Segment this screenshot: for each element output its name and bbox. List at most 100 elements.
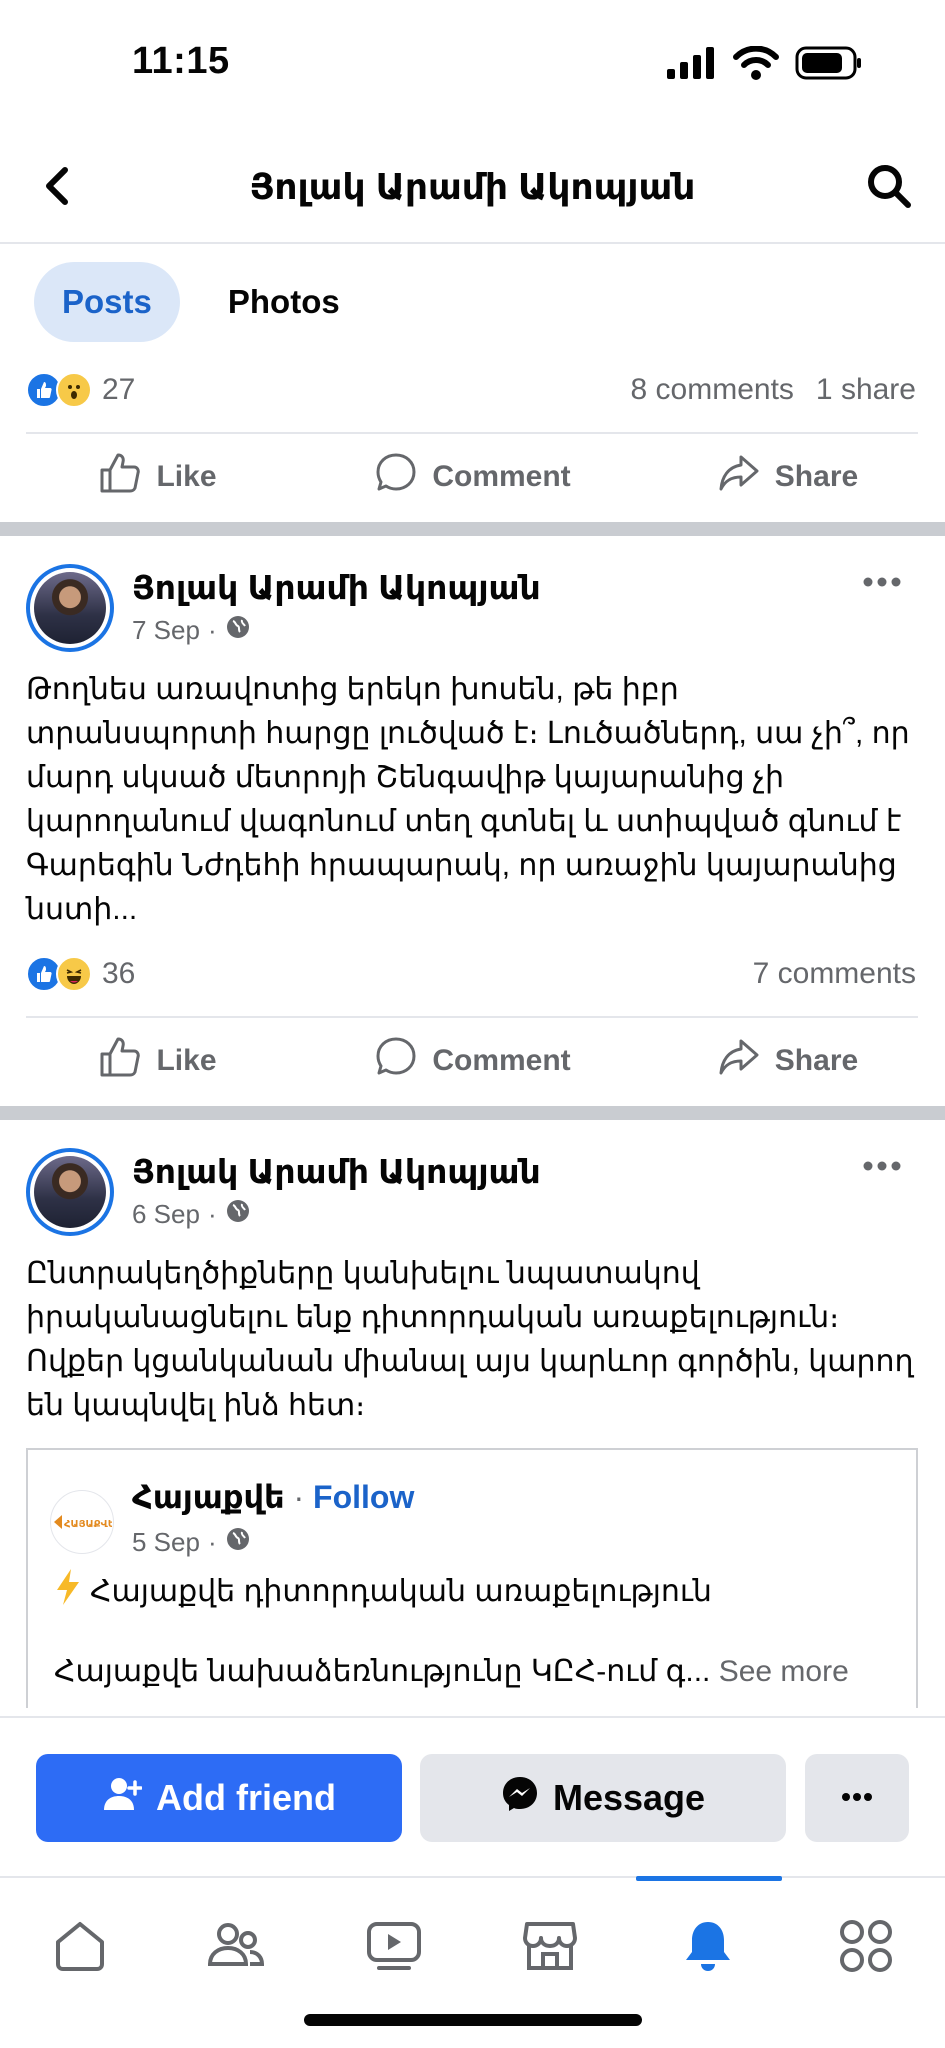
- like-label: Like: [156, 460, 217, 493]
- more-options-button[interactable]: [854, 564, 910, 604]
- post-author[interactable]: Յոլակ Արամի Ակոպյան: [132, 1152, 541, 1191]
- shared-page-name: Հայաքվե · Follow: [132, 1478, 414, 1516]
- more-icon: [862, 1159, 902, 1177]
- shared-excerpt: Հայաքվե նախաձեռնությունը ԿԸՀ-ում գ...: [54, 1655, 711, 1688]
- more-actions-button[interactable]: [805, 1754, 909, 1842]
- shared-headline: Հայաքվե դիտորդական առաքելություն: [90, 1574, 712, 1608]
- globe-icon: [225, 1198, 251, 1231]
- home-icon: [52, 1918, 108, 1979]
- share-button[interactable]: Share: [630, 434, 945, 520]
- see-more-link[interactable]: See more: [719, 1655, 849, 1688]
- shared-post-card[interactable]: ՀԱՅԱՔՎԵ Հայաքվե · Follow 5 Sep · Հայաքվե…: [26, 1448, 918, 1708]
- nav-notifications[interactable]: [672, 1912, 744, 1984]
- dot-separator: ·: [207, 1527, 217, 1557]
- comment-icon: [374, 451, 418, 503]
- share-button[interactable]: Share: [630, 1018, 945, 1104]
- profile-tabs: Posts Photos: [34, 262, 368, 342]
- comment-icon: [374, 1035, 418, 1087]
- share-label: Share: [774, 1044, 859, 1077]
- post-header: Յոլակ Արամի Ակոպյան 6 Sep ·: [26, 1148, 916, 1244]
- comment-label: Comment: [432, 1044, 571, 1077]
- page-logo[interactable]: ՀԱՅԱՔՎԵ: [50, 1490, 114, 1554]
- avatar[interactable]: [26, 1148, 114, 1236]
- thumbs-up-icon: [98, 1035, 142, 1087]
- comment-label: Comment: [432, 460, 571, 493]
- status-time: 11:15: [132, 40, 230, 82]
- lightning-icon: [54, 1568, 82, 1614]
- message-button[interactable]: Message: [420, 1754, 786, 1842]
- profile-action-bar: Add friend Message: [0, 1716, 945, 1876]
- post-actions: Like Comment Share: [0, 1018, 945, 1104]
- shared-line: Հայաքվե դիտորդական առաքելություն: [54, 1568, 712, 1614]
- page-header: Յոլակ Արամի Ակոպյան: [0, 130, 945, 244]
- post-meta: 6 Sep ·: [132, 1198, 251, 1231]
- nav-home[interactable]: [44, 1912, 116, 1984]
- more-icon: [862, 575, 902, 593]
- shared-meta: 5 Sep ·: [132, 1526, 251, 1559]
- messenger-icon: [501, 1775, 539, 1822]
- globe-icon: [225, 1526, 251, 1559]
- post-author[interactable]: Յոլակ Արամի Ակոպյան: [132, 568, 541, 607]
- thumbs-up-icon: [98, 451, 142, 503]
- follow-button[interactable]: Follow: [313, 1479, 414, 1515]
- dot-separator: ·: [207, 615, 217, 645]
- marketplace-icon: [521, 1918, 579, 1979]
- reactions-summary[interactable]: 27 8 comments 1 share: [26, 360, 916, 420]
- message-label: Message: [552, 1777, 706, 1818]
- post-text: Ընտրակեղծիքները կանխելու նպատակով իրական…: [26, 1257, 914, 1422]
- nav-menu[interactable]: [830, 1912, 902, 1984]
- add-person-icon: [102, 1776, 143, 1821]
- reaction-count: 36: [102, 957, 136, 990]
- reactions-summary[interactable]: 36 7 comments: [26, 944, 916, 1004]
- wow-reaction-icon: [56, 372, 92, 408]
- battery-icon: [795, 46, 863, 85]
- globe-icon: [225, 614, 251, 647]
- tab-photos[interactable]: Photos: [200, 262, 368, 342]
- post-separator: [0, 522, 945, 536]
- friends-icon: [206, 1918, 266, 1979]
- post-header: Յոլակ Արամի Ակոպյան 7 Sep ·: [26, 564, 916, 660]
- shared-line: Հայաքվե նախաձեռնությունը ԿԸՀ-ում գ... Se…: [54, 1654, 849, 1689]
- add-friend-label: Add friend: [156, 1777, 336, 1818]
- share-icon: [717, 1035, 761, 1087]
- dot-separator: ·: [207, 1199, 217, 1229]
- shares-count[interactable]: 1 share: [816, 373, 916, 407]
- post-date[interactable]: 6 Sep: [132, 1199, 200, 1230]
- more-options-button[interactable]: [854, 1148, 910, 1188]
- comments-count[interactable]: 7 comments: [753, 957, 916, 991]
- nav-video[interactable]: [358, 1912, 430, 1984]
- reaction-count: 27: [102, 373, 136, 406]
- comment-button[interactable]: Comment: [315, 1018, 630, 1104]
- svg-text:ՀԱՅԱՔՎԵ: ՀԱՅԱՔՎԵ: [64, 1519, 112, 1530]
- post-date[interactable]: 7 Sep: [132, 615, 200, 646]
- like-button[interactable]: Like: [0, 434, 315, 520]
- home-indicator: [304, 2014, 642, 2026]
- comment-button[interactable]: Comment: [315, 434, 630, 520]
- menu-icon: [838, 1918, 894, 1979]
- tab-posts[interactable]: Posts: [34, 262, 180, 342]
- like-button[interactable]: Like: [0, 1018, 315, 1104]
- dot-separator: ·: [293, 1479, 305, 1515]
- post-text: Թողնես առավոտից երեկո խոսեն, թե իբր տրան…: [26, 673, 910, 926]
- status-icons: [667, 45, 863, 85]
- nav-marketplace[interactable]: [514, 1912, 586, 1984]
- more-icon: [841, 1789, 873, 1807]
- avatar[interactable]: [26, 564, 114, 652]
- reaction-icons: [26, 956, 92, 992]
- comments-count[interactable]: 8 comments: [631, 373, 794, 407]
- search-icon: [866, 163, 912, 214]
- active-tab-indicator: [636, 1876, 782, 1881]
- post-actions: Like Comment Share: [0, 434, 945, 520]
- search-button[interactable]: [861, 160, 917, 216]
- signal-icon: [667, 47, 717, 84]
- nav-friends[interactable]: [200, 1912, 272, 1984]
- share-icon: [717, 451, 761, 503]
- add-friend-button[interactable]: Add friend: [36, 1754, 402, 1842]
- post-meta: 7 Sep ·: [132, 614, 251, 647]
- page-title: Յոլակ Արամի Ակոպյան: [249, 166, 696, 207]
- shared-date[interactable]: 5 Sep: [132, 1527, 200, 1558]
- wifi-icon: [733, 45, 779, 85]
- like-label: Like: [156, 1044, 217, 1077]
- page-name[interactable]: Հայաքվե: [132, 1479, 285, 1515]
- reaction-icons: [26, 372, 92, 408]
